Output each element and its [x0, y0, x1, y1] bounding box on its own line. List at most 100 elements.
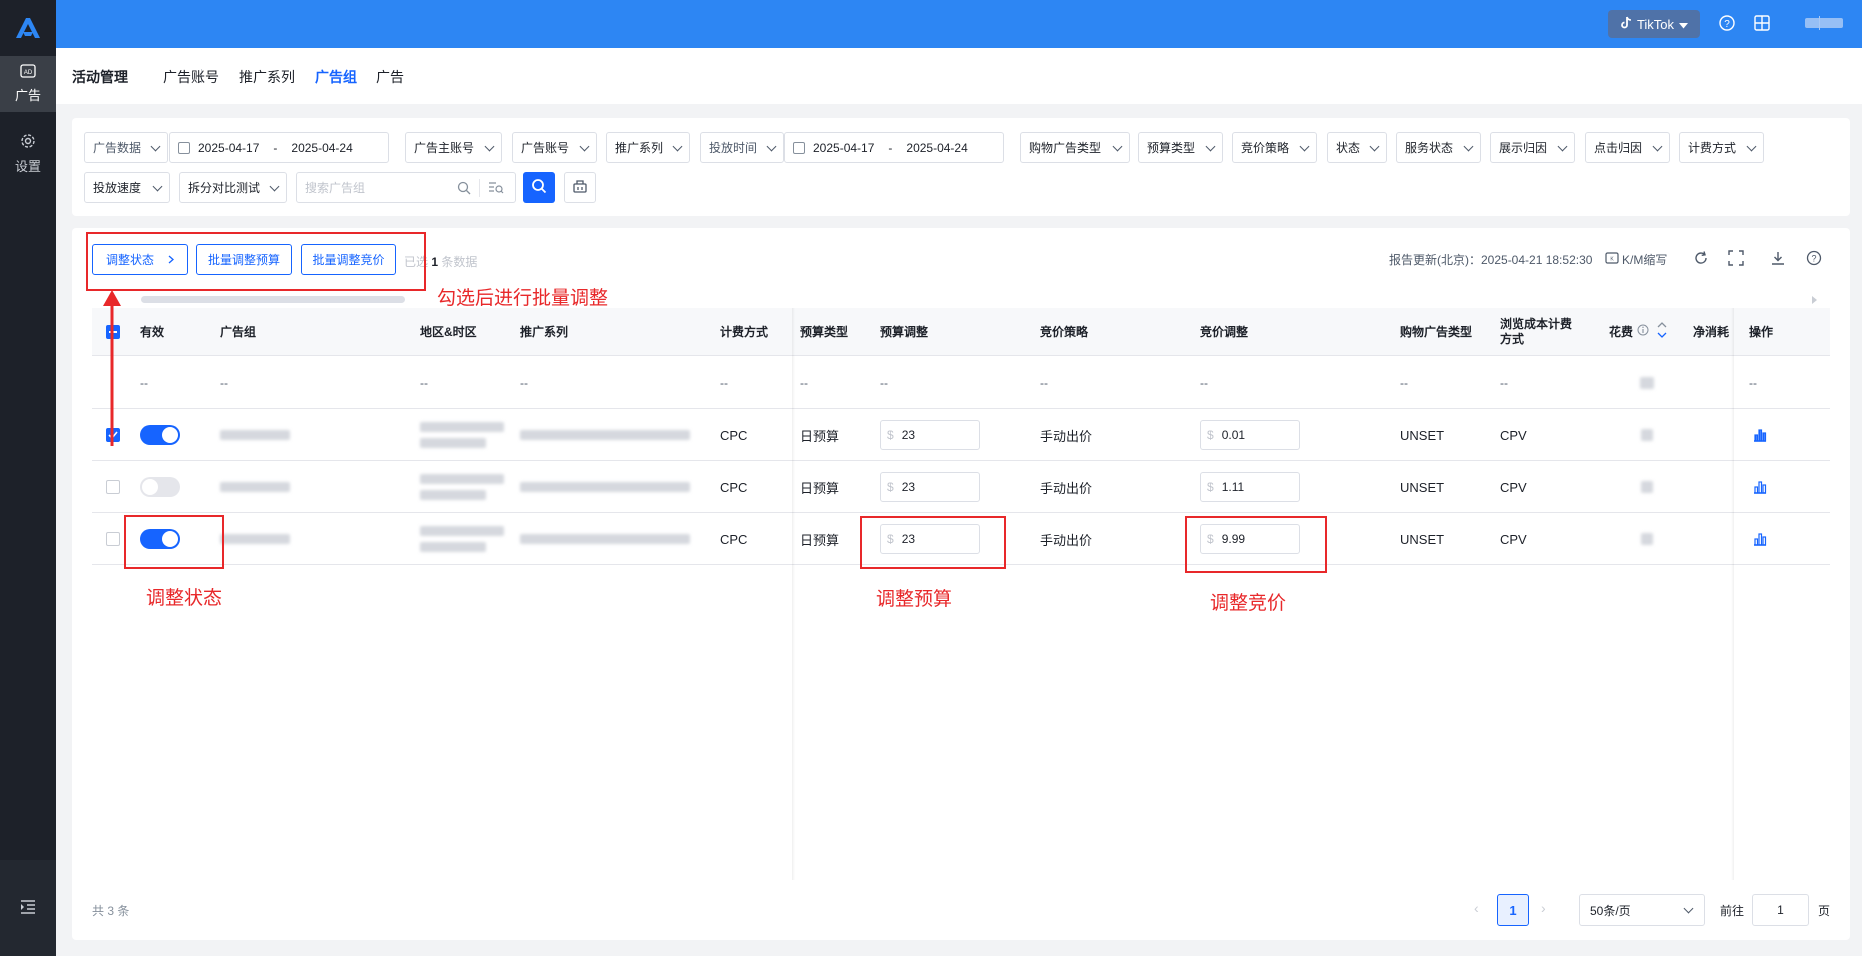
platform-switch-button[interactable]: TikTok [1608, 10, 1700, 38]
status-switch[interactable] [140, 461, 180, 513]
table-row[interactable]: CPC 日预算 $23 手动出价 $1.11 UNSET CPV [92, 461, 1830, 513]
search-adgroup-input[interactable]: 搜索广告组 [296, 172, 516, 203]
prev-page-icon[interactable]: ‹ [1474, 900, 1479, 916]
view-cost-cell: CPV [1500, 531, 1527, 547]
adgroup-name-redacted[interactable] [220, 513, 290, 565]
filter-billing-method[interactable]: 计费方式 [1679, 132, 1764, 163]
user-name[interactable] [1805, 18, 1843, 28]
page-size-value: 50条/页 [1590, 903, 1631, 918]
status-switch[interactable] [140, 409, 180, 461]
shopping-type-cell: UNSET [1400, 479, 1445, 495]
sidebar-item-ads[interactable]: AD 广告 [0, 56, 56, 112]
scroll-right-icon[interactable] [1812, 296, 1817, 304]
budget-input[interactable]: $23 [880, 409, 980, 461]
km-label: K/M缩写 [1622, 253, 1668, 267]
col-bid-adjust: 竞价调整 [1200, 324, 1249, 339]
adgroup-name-redacted[interactable] [220, 461, 290, 513]
date-range-picker[interactable]: 2025-04-17 - 2025-04-24 [169, 132, 389, 163]
collapse-menu-icon[interactable] [20, 899, 36, 917]
filter-campaign[interactable]: 推广系列 [606, 132, 690, 163]
filter-status[interactable]: 状态 [1327, 132, 1387, 163]
filter-shopping-ad-type[interactable]: 购物广告类型 [1020, 132, 1130, 163]
breadcrumb-ad-groups[interactable]: 广告组 [315, 67, 357, 87]
filter-delivery-speed[interactable]: 投放速度 [84, 172, 170, 203]
filter-label: 竞价策略 [1241, 141, 1290, 155]
filter-bid-strategy[interactable]: 竞价策略 [1232, 132, 1317, 163]
table-row[interactable]: CPC 日预算 $23 手动出价 $0.01 UNSET CPV [92, 409, 1830, 461]
refresh-icon[interactable] [1693, 250, 1709, 266]
campaign-name-redacted[interactable] [520, 461, 690, 513]
campaign-name-redacted[interactable] [520, 513, 690, 565]
fullscreen-icon[interactable] [1728, 250, 1744, 266]
chevron-down-icon [1652, 141, 1663, 152]
billing-cell: CPC [720, 531, 748, 547]
col-spend[interactable]: 花费 [1609, 308, 1667, 356]
chevron-down-icon [579, 141, 590, 152]
advanced-search-icon[interactable] [488, 181, 504, 198]
svg-text:K: K [1610, 257, 1614, 263]
search-divider [479, 179, 480, 197]
breadcrumb-campaign-management[interactable]: 活动管理 [72, 67, 128, 87]
search-button[interactable] [523, 172, 555, 203]
selection-suffix: 条数据 [441, 255, 478, 269]
filter-label: 预算类型 [1147, 141, 1196, 155]
chevron-down-icon [484, 141, 495, 152]
budget-value: 23 [901, 428, 916, 442]
goto-suffix: 页 [1818, 904, 1831, 918]
breadcrumb-ad-accounts[interactable]: 广告账号 [163, 67, 219, 87]
filter-ad-account[interactable]: 广告账号 [512, 132, 597, 163]
date-start: 2025-04-17 [813, 140, 875, 155]
sidebar-item-label: 设置 [14, 159, 41, 174]
report-chart-icon[interactable] [1753, 461, 1767, 513]
filter-budget-type[interactable]: 预算类型 [1138, 132, 1223, 163]
row-checkbox[interactable] [106, 461, 120, 513]
region-redacted [420, 409, 504, 461]
row-checkbox[interactable] [106, 513, 120, 565]
km-abbreviation-toggle[interactable]: K K/M缩写 [1605, 251, 1667, 268]
col-budget-adjust: 预算调整 [880, 324, 929, 339]
page-size-select[interactable]: 50条/页 [1579, 894, 1705, 926]
report-chart-icon[interactable] [1753, 409, 1767, 461]
search-icon [457, 181, 471, 198]
currency-symbol: $ [1207, 480, 1214, 494]
sort-icon[interactable] [1657, 320, 1667, 344]
delivery-date-range-picker[interactable]: 2025-04-17 - 2025-04-24 [784, 132, 1004, 163]
page-button-current[interactable]: 1 [1497, 894, 1529, 926]
budget-type-cell: 日预算 [800, 532, 840, 548]
download-icon[interactable] [1770, 250, 1786, 266]
goto-page-input[interactable]: 1 [1752, 894, 1809, 926]
sidebar-item-settings[interactable]: 设置 [0, 126, 56, 182]
date-end: 2025-04-24 [291, 140, 353, 155]
filter-advertiser-account[interactable]: 广告主账号 [405, 132, 502, 163]
help-icon[interactable]: ? [1718, 14, 1736, 32]
filter-click-attribution[interactable]: 点击归因 [1585, 132, 1670, 163]
next-page-icon[interactable]: › [1541, 900, 1546, 916]
calendar-icon [178, 141, 190, 154]
horizontal-scrollbar[interactable] [141, 296, 405, 303]
budget-input[interactable]: $23 [880, 461, 980, 513]
clear-filters-button[interactable] [564, 172, 596, 203]
bid-input[interactable]: $0.01 [1200, 409, 1300, 461]
filter-split-test[interactable]: 拆分对比测试 [179, 172, 287, 203]
chevron-down-icon [1112, 141, 1123, 152]
col-view-cost: 浏览成本计费方式 [1500, 317, 1573, 346]
filter-service-status[interactable]: 服务状态 [1396, 132, 1481, 163]
annotation-box-budget [860, 516, 1006, 569]
filter-delivery-time[interactable]: 投放时间 [700, 132, 784, 163]
help-icon[interactable]: ? [1806, 250, 1822, 266]
filter-ad-data[interactable]: 广告数据 [84, 132, 168, 163]
breadcrumb-ads[interactable]: 广告 [376, 67, 404, 87]
filter-label: 广告主账号 [414, 141, 475, 155]
chevron-down-icon [766, 141, 777, 152]
filter-label: 推广系列 [615, 141, 664, 155]
layout-icon[interactable] [1753, 14, 1771, 32]
campaign-name-redacted[interactable] [520, 409, 690, 461]
report-update-time: 报告更新(北京)：2025-04-21 18:52:30 [1389, 253, 1593, 267]
filter-view-attribution[interactable]: 展示归因 [1490, 132, 1575, 163]
chevron-down-icon [1369, 141, 1380, 152]
report-chart-icon[interactable] [1753, 513, 1767, 565]
bid-input[interactable]: $1.11 [1200, 461, 1300, 513]
breadcrumb-campaigns[interactable]: 推广系列 [239, 67, 295, 87]
adgroup-name-redacted[interactable] [220, 409, 290, 461]
app-logo[interactable] [0, 0, 56, 56]
